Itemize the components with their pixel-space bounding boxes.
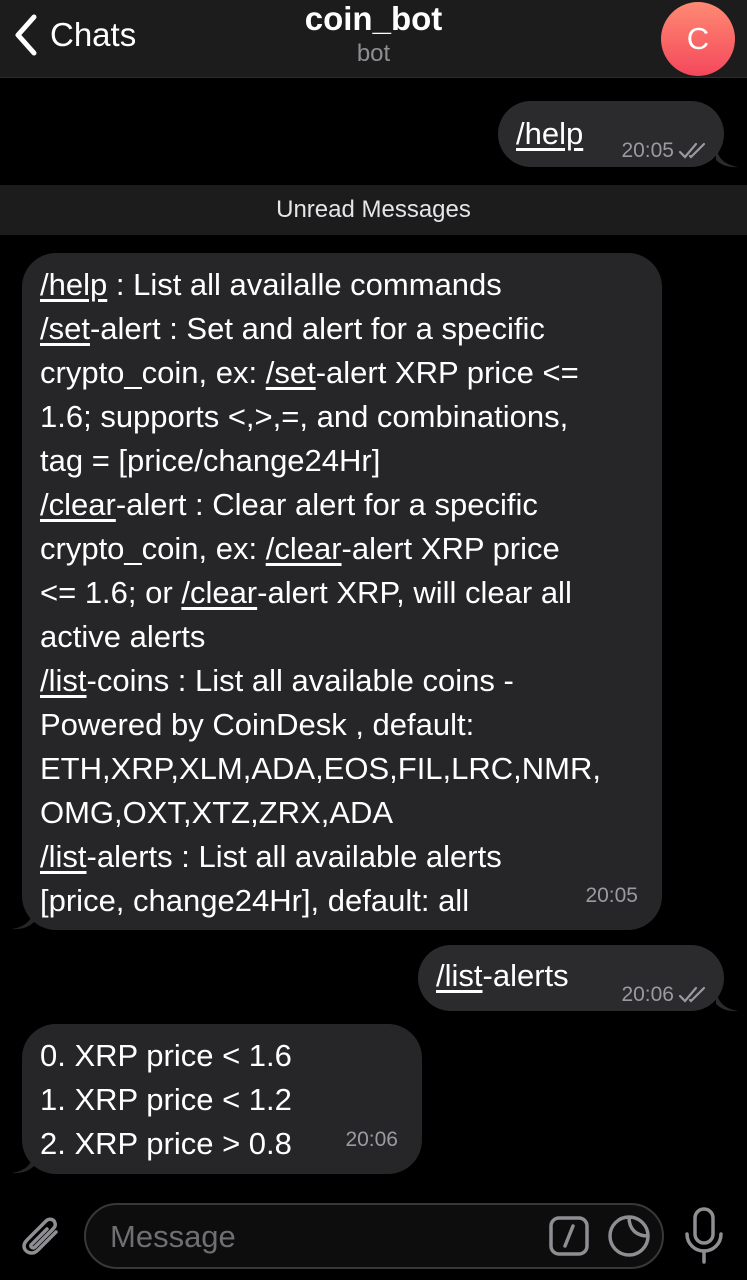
sticker-icon[interactable] <box>606 1213 652 1259</box>
line-text: <= 1.6; or <box>40 575 182 610</box>
line-text: -alert : Clear alert for a specific <box>115 487 538 522</box>
line-text: -alert XRP, will clear all <box>257 575 572 610</box>
line-text: tag = [price/change24Hr] <box>40 443 381 478</box>
command-link[interactable]: /list <box>436 958 483 993</box>
message-time: 20:06 <box>345 1118 398 1162</box>
line-text: ETH,XRP,XLM,ADA,EOS,FIL,LRC,NMR, <box>40 751 601 786</box>
message-time-text: 20:05 <box>621 139 674 162</box>
message-outgoing[interactable]: /help 20:05 <box>498 101 724 167</box>
unread-divider-label: Unread Messages <box>276 196 471 223</box>
command-link[interactable]: /help <box>40 267 107 302</box>
unread-divider: Unread Messages <box>0 185 747 235</box>
back-label: Chats <box>50 16 137 53</box>
message-line: 1.6; supports <,>,=, and combinations, <box>40 395 650 439</box>
command-link[interactable]: /help <box>516 116 583 151</box>
message-composer <box>0 1190 747 1280</box>
message-line: tag = [price/change24Hr] <box>40 439 650 483</box>
message-input[interactable] <box>110 1215 530 1259</box>
message-time-text: 20:06 <box>621 983 674 1006</box>
message-incoming[interactable]: 0. XRP price < 1.6 1. XRP price < 1.2 2.… <box>22 1024 422 1174</box>
command-link[interactable]: /set <box>40 311 90 346</box>
message-line: 1. XRP price < 1.2 <box>40 1082 292 1117</box>
chat-screen: Chats coin_bot bot C /help 20:05 Unread … <box>0 0 747 1280</box>
double-check-icon <box>678 142 706 159</box>
message-time-text: 20:06 <box>345 1128 398 1151</box>
message-time: 20:06 <box>621 973 708 1017</box>
line-text: -alert XRP price <box>341 531 560 566</box>
message-incoming[interactable]: /help : List all availalle commands /set… <box>22 253 662 930</box>
message-line: /set-alert : Set and alert for a specifi… <box>40 307 650 351</box>
bubble-tail <box>12 1152 34 1174</box>
line-text: -alerts : List all available alerts <box>86 839 502 874</box>
message-time: 20:05 <box>621 129 708 173</box>
command-link[interactable]: /list <box>40 663 87 698</box>
line-text: crypto_coin, ex: <box>40 531 266 566</box>
line-text: OMG,OXT,XTZ,ZRX,ADA <box>40 795 394 830</box>
message-line: /clear-alert : Clear alert for a specifi… <box>40 483 650 527</box>
message-line: 0. XRP price < 1.6 <box>40 1038 292 1073</box>
microphone-icon[interactable] <box>682 1206 726 1266</box>
chat-header: Chats coin_bot bot C <box>0 0 747 78</box>
message-text: /list-alerts <box>436 954 569 998</box>
line-text: -alert : Set and alert for a specific <box>89 311 545 346</box>
line-text: crypto_coin, ex: <box>40 355 266 390</box>
command-link[interactable]: /set <box>266 355 316 390</box>
message-time-text: 20:05 <box>585 884 638 907</box>
paperclip-icon[interactable] <box>18 1210 66 1262</box>
line-text: active alerts <box>40 619 206 654</box>
message-line: <= 1.6; or /clear-alert XRP, will clear … <box>40 571 650 615</box>
slash-command-icon[interactable] <box>548 1215 590 1257</box>
message-line: crypto_coin, ex: /clear-alert XRP price <box>40 527 650 571</box>
message-text: 0. XRP price < 1.6 1. XRP price < 1.2 2.… <box>40 1034 292 1166</box>
avatar-letter: C <box>686 21 710 56</box>
message-time: 20:05 <box>585 874 638 918</box>
avatar[interactable]: C <box>661 2 735 76</box>
message-line: ETH,XRP,XLM,ADA,EOS,FIL,LRC,NMR, <box>40 747 650 791</box>
double-check-icon <box>678 986 706 1003</box>
message-text: /help <box>516 112 583 156</box>
bubble-tail <box>716 146 738 168</box>
message-line: /list-alerts : List all available alerts <box>40 835 650 879</box>
message-outgoing[interactable]: /list-alerts 20:06 <box>418 945 724 1011</box>
message-line: active alerts <box>40 615 650 659</box>
message-line: 2. XRP price > 0.8 <box>40 1126 292 1161</box>
message-line: Powered by CoinDesk , default: <box>40 703 650 747</box>
line-text: : List all availalle commands <box>107 267 502 302</box>
line-text: 1.6; supports <,>,=, and combinations, <box>40 399 569 434</box>
message-line: [price, change24Hr], default: all <box>40 879 650 923</box>
bubble-tail <box>716 990 738 1012</box>
message-text-rest: -alerts <box>482 958 569 993</box>
command-link[interactable]: /clear <box>266 531 342 566</box>
message-input-box <box>84 1203 664 1269</box>
bubble-tail <box>12 908 34 930</box>
message-line: /help : List all availalle commands <box>40 263 650 307</box>
command-link[interactable]: /list <box>40 839 87 874</box>
message-line: /list-coins : List all available coins - <box>40 659 650 703</box>
message-line: crypto_coin, ex: /set-alert XRP price <= <box>40 351 650 395</box>
line-text: -alert XRP price <= <box>315 355 579 390</box>
line-text: Powered by CoinDesk , default: <box>40 707 475 742</box>
message-text: /help : List all availalle commands /set… <box>40 263 650 923</box>
command-link[interactable]: /clear <box>40 487 116 522</box>
message-line: OMG,OXT,XTZ,ZRX,ADA <box>40 791 650 835</box>
chevron-left-icon <box>15 14 37 56</box>
command-link[interactable]: /clear <box>181 575 257 610</box>
line-text: -coins : List all available coins - <box>86 663 514 698</box>
line-text: [price, change24Hr], default: all <box>40 883 470 918</box>
back-button[interactable]: Chats <box>12 10 136 60</box>
